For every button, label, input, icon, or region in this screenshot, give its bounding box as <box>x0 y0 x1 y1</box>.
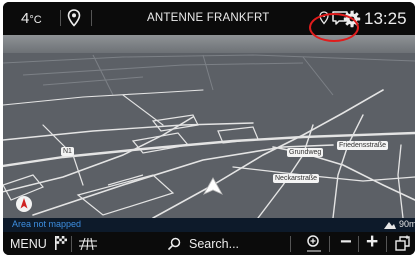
search-icon[interactable] <box>168 237 181 250</box>
navigation-map[interactable]: N1 Friedensstraße Grundweg Neckarstraße <box>3 35 415 218</box>
search-field[interactable]: Search... <box>189 237 239 251</box>
area-status-message: Area not mapped <box>12 219 82 229</box>
divider <box>290 236 291 252</box>
menu-button[interactable]: MENU <box>10 237 47 251</box>
map-status-bar: Area not mapped 90m <box>3 218 415 232</box>
clock: 13:25 <box>364 9 407 28</box>
street-label: Neckarstraße <box>273 174 320 183</box>
radio-station-label[interactable]: ANTENNE FRANKFRT <box>147 12 269 24</box>
street-label: Grundweg <box>287 148 324 157</box>
divider <box>358 236 359 252</box>
zoom-auto-icon[interactable] <box>305 234 323 253</box>
temperature-unit: °C <box>29 14 42 26</box>
vehicle-position-icon <box>203 177 223 195</box>
layers-icon[interactable] <box>394 235 412 252</box>
divider <box>91 10 92 26</box>
location-pin-icon[interactable] <box>67 9 81 27</box>
divider <box>60 10 61 26</box>
street-label: N1 <box>61 147 74 156</box>
scale-icon <box>384 222 396 229</box>
divider <box>71 236 72 252</box>
divider <box>386 236 387 252</box>
zoom-in-button[interactable]: + <box>366 230 378 254</box>
divider <box>329 236 330 252</box>
flag-icon[interactable] <box>54 235 68 251</box>
map-scale: 90m <box>399 219 415 229</box>
outside-temperature: 4°C <box>21 10 42 27</box>
highlight-circle <box>309 13 359 42</box>
compass-icon[interactable] <box>15 195 33 213</box>
street-label: Friedensstraße <box>337 141 389 150</box>
infotainment-screen: 4°C ANTENNE FRANKFRT 13:25 N1 Friedensst… <box>3 2 415 255</box>
grid-icon[interactable] <box>78 237 98 251</box>
zoom-out-button[interactable]: − <box>340 231 352 254</box>
bottom-bar: MENU Search... − + <box>3 230 415 255</box>
